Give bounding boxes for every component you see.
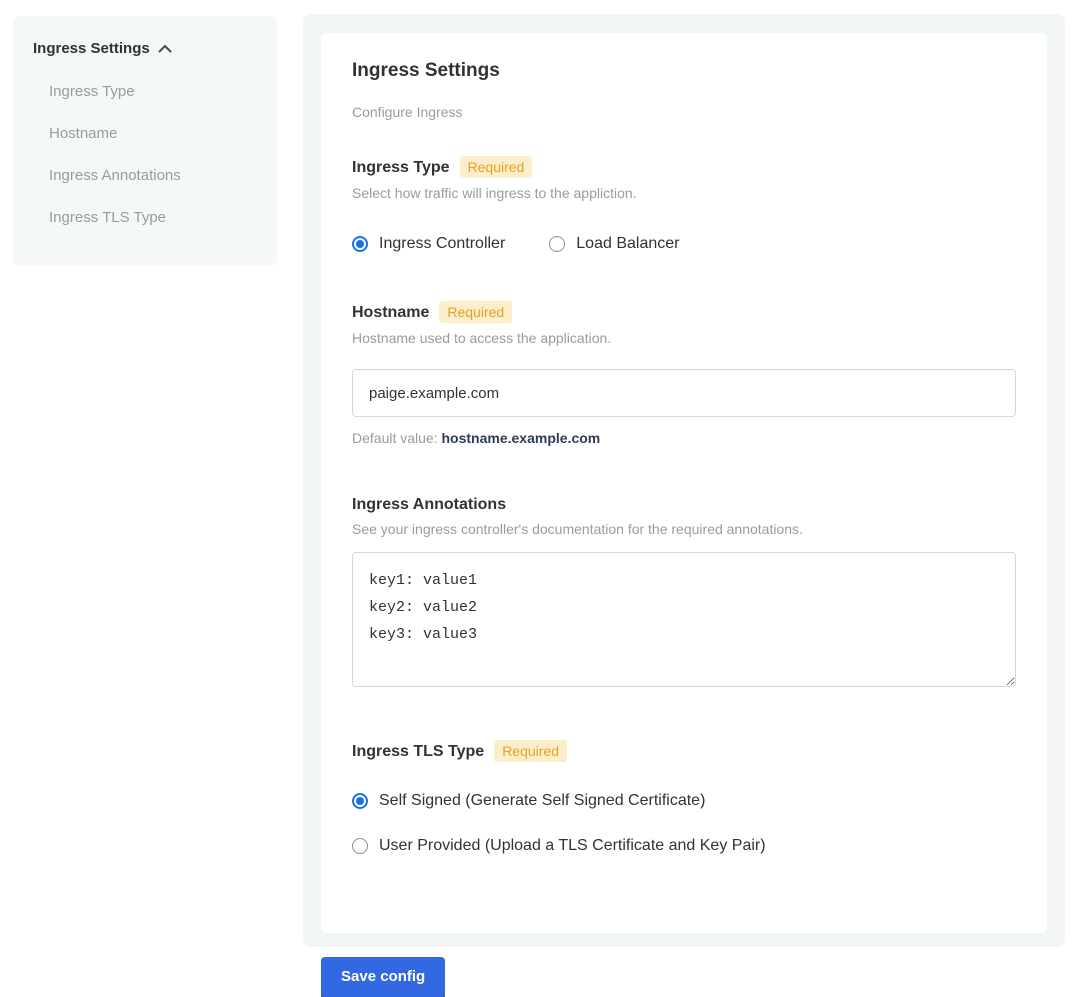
radio-option-user-provided[interactable]: User Provided (Upload a TLS Certificate … (352, 836, 1016, 855)
required-badge: Required (439, 301, 512, 323)
sidebar-item-list: Ingress Type Hostname Ingress Annotation… (33, 83, 257, 227)
hostname-input[interactable] (352, 369, 1016, 417)
radio-option-label: Load Balancer (576, 234, 679, 253)
default-value-text: hostname.example.com (442, 430, 601, 446)
sidebar-item-ingress-annotations[interactable]: Ingress Annotations (49, 167, 257, 185)
field-label: Hostname (352, 303, 429, 322)
field-ingress-tls-type: Ingress TLS Type Required Self Signed (G… (352, 740, 1016, 855)
required-badge: Required (460, 156, 533, 178)
field-hostname: Hostname Required Hostname used to acces… (352, 301, 1016, 447)
radio-icon[interactable] (352, 236, 368, 252)
radio-option-label: Self Signed (Generate Self Signed Certif… (379, 791, 705, 810)
field-help-text: Hostname used to access the application. (352, 330, 1016, 347)
field-label: Ingress Type (352, 158, 450, 177)
sidebar-item-ingress-type[interactable]: Ingress Type (49, 83, 257, 101)
config-group-card: Ingress Settings Configure Ingress Ingre… (321, 33, 1047, 933)
save-config-button[interactable]: Save config (321, 957, 445, 997)
required-badge: Required (494, 740, 567, 762)
config-panel: Ingress Settings Configure Ingress Ingre… (303, 14, 1065, 947)
chevron-up-icon (158, 44, 172, 53)
annotations-textarea[interactable]: key1: value1 key2: value2 key3: value3 (352, 552, 1016, 687)
radio-option-label: User Provided (Upload a TLS Certificate … (379, 836, 766, 855)
field-label: Ingress Annotations (352, 495, 506, 514)
radio-icon[interactable] (352, 793, 368, 809)
radio-option-label: Ingress Controller (379, 234, 505, 253)
field-ingress-annotations: Ingress Annotations See your ingress con… (352, 495, 1016, 692)
page-subtitle: Configure Ingress (352, 104, 1016, 120)
page-title: Ingress Settings (352, 60, 1016, 82)
default-value-prefix: Default value: (352, 430, 442, 446)
radio-option-load-balancer[interactable]: Load Balancer (549, 234, 679, 253)
field-help-text: See your ingress controller's documentat… (352, 521, 1016, 538)
sidebar-item-ingress-tls-type[interactable]: Ingress TLS Type (49, 209, 257, 227)
radio-icon[interactable] (352, 838, 368, 854)
field-label: Ingress TLS Type (352, 742, 484, 761)
sidebar-group-ingress-settings[interactable]: Ingress Settings (33, 40, 257, 57)
radio-option-self-signed[interactable]: Self Signed (Generate Self Signed Certif… (352, 791, 1016, 810)
sidebar-item-hostname[interactable]: Hostname (49, 125, 257, 143)
default-value-line: Default value: hostname.example.com (352, 430, 1016, 447)
field-ingress-type: Ingress Type Required Select how traffic… (352, 156, 1016, 253)
field-help-text: Select how traffic will ingress to the a… (352, 185, 1016, 202)
radio-option-ingress-controller[interactable]: Ingress Controller (352, 234, 505, 253)
sidebar-group-label: Ingress Settings (33, 40, 150, 57)
ingress-type-radio-group: Ingress Controller Load Balancer (352, 234, 1016, 253)
config-nav-sidebar: Ingress Settings Ingress Type Hostname I… (13, 16, 277, 265)
radio-icon[interactable] (549, 236, 565, 252)
